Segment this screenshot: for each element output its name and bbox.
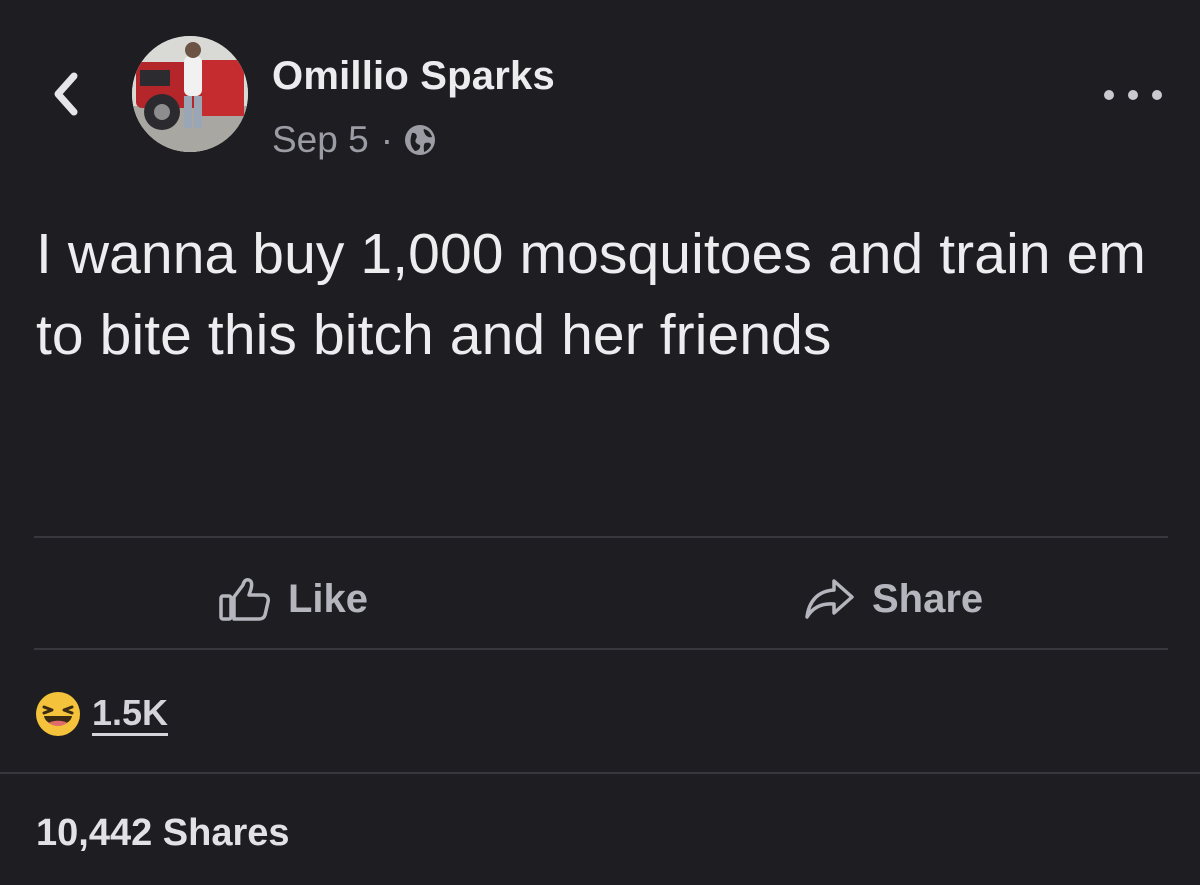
- more-dot: [1104, 90, 1114, 100]
- author-name[interactable]: Omillio Sparks: [272, 54, 555, 99]
- more-dot: [1152, 90, 1162, 100]
- divider: [34, 648, 1168, 650]
- share-arrow-icon: [805, 579, 854, 619]
- post-meta: Sep 5 ·: [272, 118, 437, 162]
- share-label: Share: [872, 576, 984, 621]
- more-dot: [1128, 90, 1138, 100]
- haha-emoji-icon: [36, 692, 80, 736]
- more-options-button[interactable]: [1104, 84, 1162, 106]
- reaction-count: 1.5K: [92, 692, 169, 736]
- avatar[interactable]: [132, 36, 248, 152]
- reactions-summary[interactable]: 1.5K: [34, 684, 169, 744]
- divider: [0, 772, 1200, 774]
- like-label: Like: [288, 576, 369, 621]
- globe-icon: [405, 125, 436, 155]
- divider: [34, 536, 1168, 538]
- thumbs-up-icon: [219, 578, 270, 621]
- avatar-photo: [132, 36, 248, 152]
- post-text: I wanna buy 1,000 mosquitoes and train e…: [36, 222, 1146, 367]
- post-actions: Like Share: [0, 548, 1200, 648]
- back-button[interactable]: [44, 66, 88, 122]
- post-screen: Omillio Sparks Sep 5 · I wanna buy 1,000…: [0, 0, 1200, 885]
- meta-separator: ·: [380, 119, 394, 160]
- post-date[interactable]: Sep 5: [272, 119, 369, 161]
- shares-count[interactable]: 10,442 Shares: [36, 812, 290, 855]
- chevron-left-icon: [54, 72, 78, 116]
- share-button[interactable]: Share: [804, 574, 983, 624]
- like-button[interactable]: Like: [218, 574, 368, 624]
- post-header: Omillio Sparks Sep 5 ·: [0, 0, 1200, 170]
